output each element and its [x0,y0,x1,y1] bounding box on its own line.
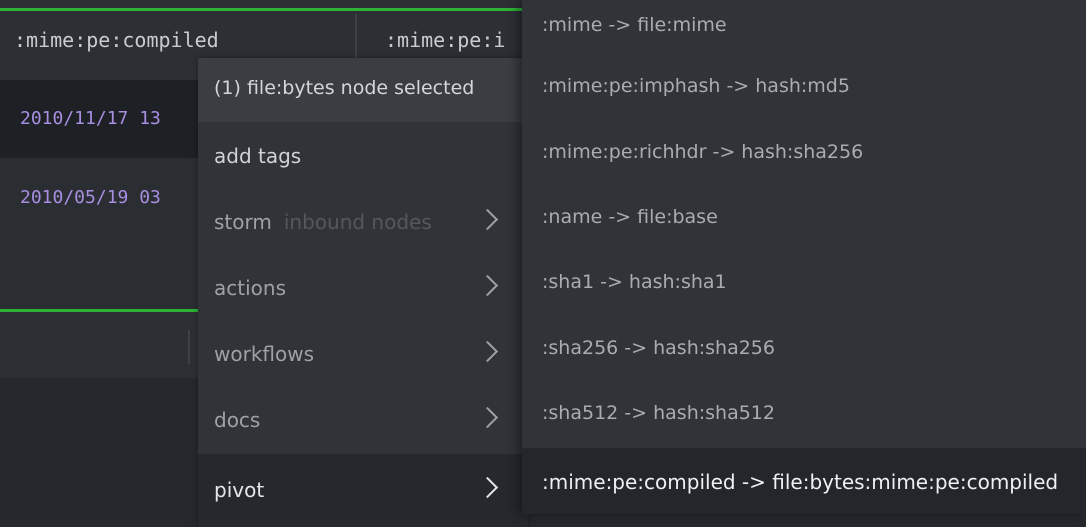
pivot-submenu: :mime -> file:mime :mime:pe:imphash -> h… [522,0,1086,514]
submenu-item-label: :mime -> file:mime [542,14,727,36]
context-menu-header: (1) file:bytes node selected [198,58,528,122]
selection-count-label: (1) file:bytes node selected [214,77,475,99]
submenu-item-highlighted[interactable]: :mime:pe:compiled -> file:bytes:mime:pe:… [522,448,1086,514]
chevron-right-icon [476,406,499,429]
menu-item-add-tags[interactable]: add tags [198,124,528,190]
submenu-item-label: :mime:pe:compiled -> file:bytes:mime:pe:… [542,470,1059,494]
menu-item-sublabel: inbound nodes [283,210,432,234]
menu-item-label: workflows [214,342,315,366]
chevron-right-icon [476,274,499,297]
context-menu: (1) file:bytes node selected add tags st… [198,58,528,527]
menu-item-docs[interactable]: docs [198,388,528,454]
menu-item-label: add tags [214,144,302,168]
chevron-right-icon [476,208,499,231]
chevron-right-icon [476,340,499,363]
submenu-item-label: :mime:pe:richhdr -> hash:sha256 [542,141,864,163]
submenu-item[interactable]: :name -> file:base [522,193,1086,258]
submenu-item-label: :sha1 -> hash:sha1 [542,271,727,293]
column-header-mime-pe-imphash[interactable]: :mime:pe:i [385,28,505,52]
table-cell-date: 2010/11/17 13 [20,108,161,129]
submenu-item[interactable]: :mime:pe:richhdr -> hash:sha256 [522,128,1086,193]
column-header-mime-pe-compiled[interactable]: :mime:pe:compiled [14,28,219,52]
submenu-item-label: :sha256 -> hash:sha256 [542,337,775,359]
submenu-item[interactable]: :sha256 -> hash:sha256 [522,323,1086,388]
menu-item-storm[interactable]: storm inbound nodes [198,190,528,256]
menu-item-pivot[interactable]: pivot [198,454,528,527]
submenu-item-label: :name -> file:base [542,206,718,228]
selection-accent-line [0,8,540,11]
menu-item-label: pivot [214,478,265,502]
submenu-item[interactable]: :mime -> file:mime [522,0,1086,65]
submenu-item[interactable]: :sha1 -> hash:sha1 [522,258,1086,323]
table-cell-date: 2010/05/19 03 [20,187,161,208]
menu-item-actions[interactable]: actions [198,256,528,322]
chevron-right-icon [476,476,499,499]
menu-item-workflows[interactable]: workflows [198,322,528,388]
column-divider[interactable] [355,14,357,60]
submenu-item[interactable]: :sha512 -> hash:sha512 [522,388,1086,453]
menu-item-label: docs [214,408,261,432]
submenu-item[interactable]: :mime:pe:imphash -> hash:md5 [522,62,1086,127]
menu-item-label: storm [214,210,272,234]
submenu-item-label: :sha512 -> hash:sha512 [542,402,775,424]
column-divider[interactable] [188,330,190,364]
submenu-item-label: :mime:pe:imphash -> hash:md5 [542,75,850,97]
menu-item-label: actions [214,276,286,300]
